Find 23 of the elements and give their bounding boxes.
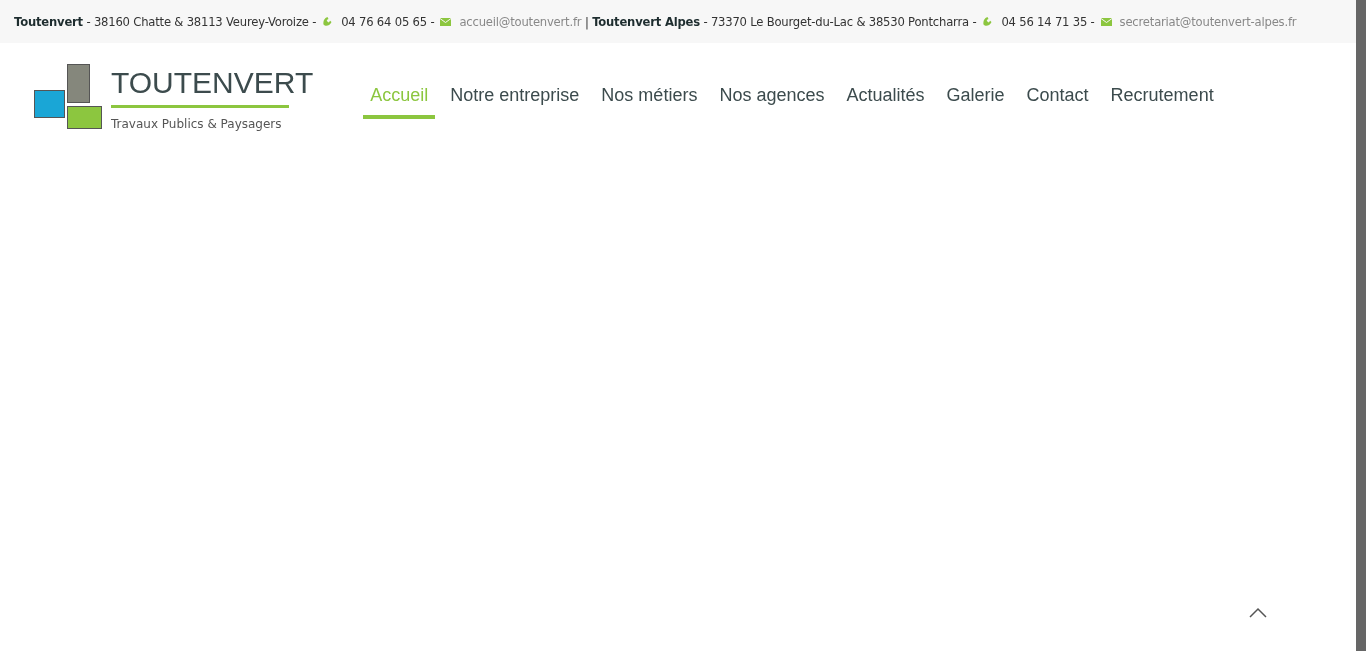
scrollbar[interactable] — [1356, 0, 1366, 651]
agency-name: Toutenvert Alpes — [592, 15, 700, 29]
envelope-icon — [440, 17, 452, 27]
nav-link[interactable]: Contact — [1019, 85, 1096, 119]
nav-link[interactable]: Galerie — [939, 85, 1012, 119]
agency-name: Toutenvert — [14, 15, 83, 29]
separator: | — [584, 15, 589, 29]
scroll-up-icon[interactable] — [1248, 607, 1268, 619]
logo-squares-icon — [33, 63, 103, 130]
phone-number: 04 56 14 71 35 - — [1001, 15, 1095, 29]
nav-link[interactable]: Nos agences — [712, 85, 832, 119]
nav-link[interactable]: Actualités — [839, 85, 932, 119]
logo-subtitle: Travaux Publics & Paysagers — [111, 117, 283, 131]
agency-address: - 38160 Chatte & 38113 Veurey-Voroize - — [86, 15, 317, 29]
agency-address: - 73370 Le Bourget-du-Lac & 38530 Pontcharra - — [703, 15, 977, 29]
phone-icon — [982, 17, 994, 27]
phone-number: 04 76 64 05 65 - — [341, 15, 435, 29]
phone-icon — [322, 17, 334, 27]
nav-link[interactable]: Recrutement — [1103, 85, 1221, 119]
logo-title: TOUTENVERT — [111, 65, 314, 101]
nav-link[interactable]: Nos métiers — [594, 85, 705, 119]
envelope-icon — [1100, 17, 1112, 27]
nav-link[interactable]: Notre entreprise — [443, 85, 587, 119]
